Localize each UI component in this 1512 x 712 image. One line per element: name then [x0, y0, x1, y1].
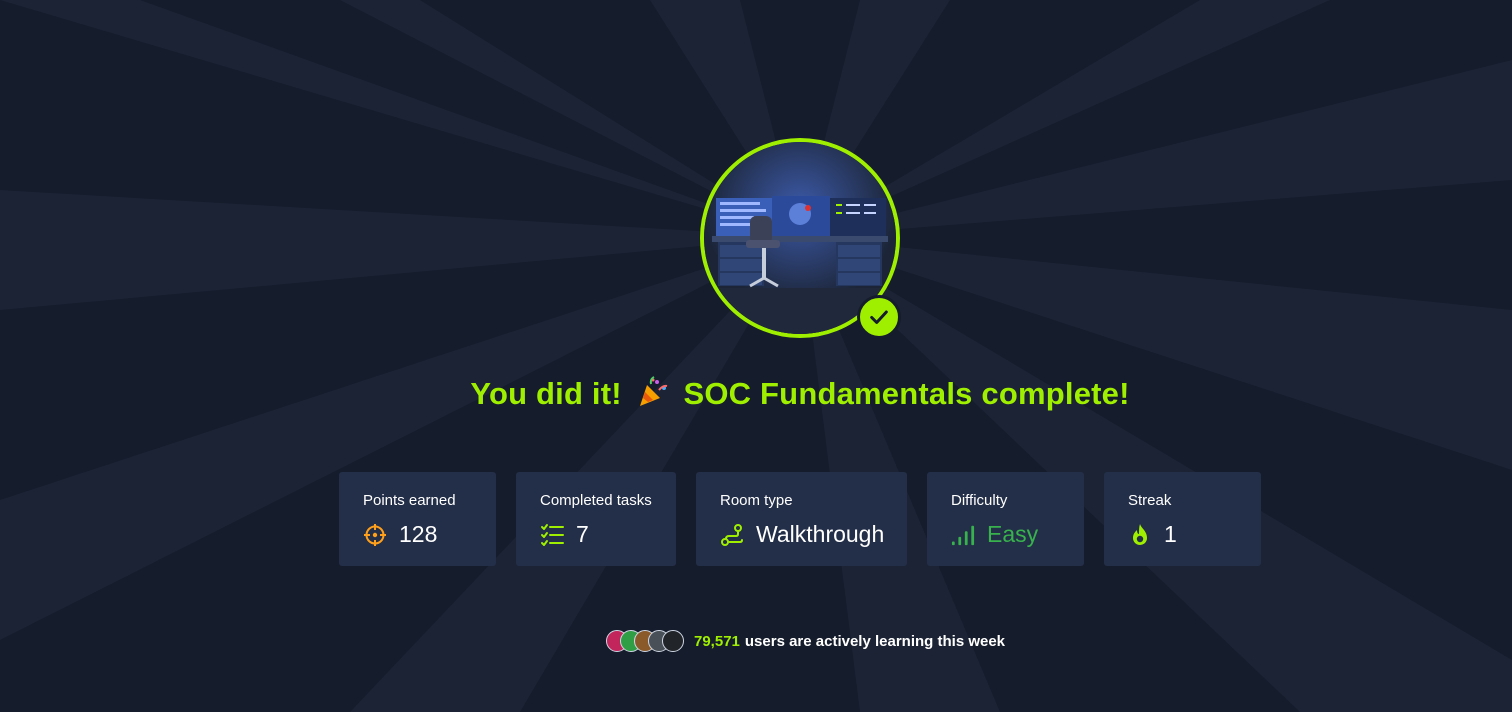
stat-card-room-type: Room type Walkthrough	[696, 472, 907, 566]
stat-value: 128	[399, 521, 438, 547]
avatar	[662, 630, 684, 652]
stat-value: Easy	[987, 521, 1039, 547]
background-rays	[0, 0, 1512, 712]
stat-card-points: Points earned 128	[339, 472, 496, 566]
stat-label: Difficulty	[951, 492, 1008, 509]
stat-card-completed-tasks: Completed tasks 7	[516, 472, 676, 566]
completed-check-icon	[857, 295, 901, 339]
stat-value: 7	[576, 521, 589, 547]
stat-label: Streak	[1128, 492, 1172, 509]
flame-icon	[1128, 523, 1152, 547]
party-popper-icon	[637, 376, 669, 416]
crosshair-icon	[363, 523, 387, 547]
active-learner-count: 79,571	[694, 632, 740, 650]
signal-bars-icon	[951, 523, 975, 547]
stat-label: Points earned	[363, 492, 456, 509]
stat-label: Completed tasks	[540, 492, 652, 509]
stat-value: 1	[1164, 521, 1177, 547]
stat-card-streak: Streak 1	[1104, 472, 1261, 566]
headline-text-before: You did it!	[470, 376, 622, 412]
headline-text-after: SOC Fundamentals complete!	[683, 376, 1130, 412]
stat-card-difficulty: Difficulty Easy	[927, 472, 1084, 566]
completion-headline: You did it! SOC Fundamentals complete!	[0, 376, 1512, 416]
checklist-icon	[540, 523, 564, 547]
active-learners: 79,571 users are actively learning this …	[606, 630, 1005, 652]
stat-value: Walkthrough	[756, 521, 885, 547]
learner-avatars	[606, 630, 684, 652]
active-learner-text: users are actively learning this week	[744, 632, 1006, 650]
route-icon	[720, 523, 744, 547]
room-badge	[700, 138, 901, 339]
stat-label: Room type	[720, 492, 793, 509]
